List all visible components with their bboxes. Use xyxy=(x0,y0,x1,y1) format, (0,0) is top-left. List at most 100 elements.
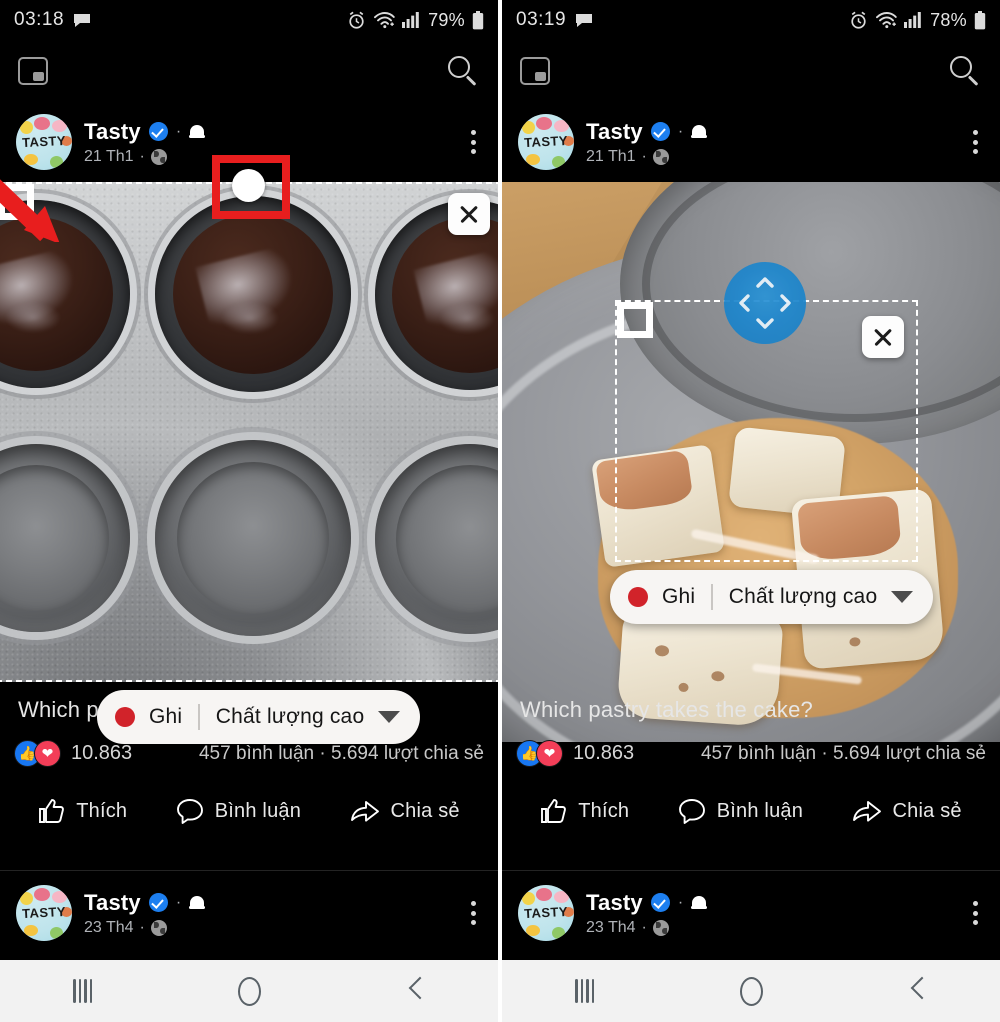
selection-close-button[interactable] xyxy=(862,316,904,358)
picture-in-picture-icon[interactable] xyxy=(520,57,550,85)
search-icon[interactable] xyxy=(446,54,480,88)
comment-button[interactable]: Bình luận xyxy=(176,798,301,824)
android-navigation-bar xyxy=(0,960,498,1022)
phone-screen-right: 03:19 78% TASTY Tasty · 21 Th1 · Ghi Chấ… xyxy=(502,0,1000,1022)
chevron-down-icon[interactable] xyxy=(891,591,914,603)
globe-icon[interactable] xyxy=(652,148,669,165)
kebab-menu-icon[interactable] xyxy=(967,124,984,160)
post-action-bar: Thích Bình luận Chia sẻ xyxy=(0,780,498,842)
post-date: 23 Th4 xyxy=(586,918,636,936)
like-label: Thích xyxy=(578,799,630,822)
avatar-label: TASTY xyxy=(523,132,569,151)
quality-label[interactable]: Chất lượng cao xyxy=(729,585,878,609)
reaction-icons[interactable]: 👍 ❤ xyxy=(516,740,563,767)
comment-bubble-icon xyxy=(678,798,706,824)
kebab-menu-icon[interactable] xyxy=(465,895,482,931)
globe-icon[interactable] xyxy=(150,148,167,165)
post-caption: Which pastry takes the cake? xyxy=(520,697,813,722)
separator-dot: · xyxy=(641,918,647,936)
recents-icon[interactable] xyxy=(73,979,93,1003)
battery-icon xyxy=(472,10,484,30)
alarm-icon xyxy=(347,11,366,30)
record-status-dot xyxy=(115,707,135,727)
post-date: 23 Th4 xyxy=(84,918,134,936)
globe-icon[interactable] xyxy=(150,919,167,936)
kebab-menu-icon[interactable] xyxy=(967,895,984,931)
status-bar: 03:19 78% xyxy=(502,0,1000,40)
reaction-icons[interactable]: 👍 ❤ xyxy=(14,740,61,767)
bell-icon[interactable] xyxy=(691,894,708,912)
recents-icon[interactable] xyxy=(575,979,595,1003)
avatar-label: TASTY xyxy=(523,903,569,922)
screen-record-selection-frame[interactable] xyxy=(0,182,498,682)
search-icon[interactable] xyxy=(948,54,982,88)
back-icon[interactable] xyxy=(910,977,927,1005)
kebab-menu-icon[interactable] xyxy=(465,124,482,160)
comment-label: Bình luận xyxy=(214,799,302,822)
selection-move-handle[interactable] xyxy=(724,262,806,344)
chevron-down-icon[interactable] xyxy=(378,711,401,723)
post-author-name[interactable]: Tasty xyxy=(84,890,141,916)
record-label[interactable]: Ghi xyxy=(149,705,182,729)
comments-shares-count[interactable]: 457 bình luận · 5.694 lượt chia sẻ xyxy=(701,743,986,765)
separator-dot: · xyxy=(677,122,684,140)
post-engagement-row: 👍 ❤ 10.863 457 bình luận · 5.694 lượt ch… xyxy=(516,740,986,767)
avatar-label: TASTY xyxy=(21,903,67,922)
post-author-block: Tasty · 21 Th1 · xyxy=(586,119,708,166)
screen-recorder-toolbar[interactable]: Ghi Chất lượng cao xyxy=(97,690,421,744)
phone-screen-left: 03:18 79% TASTY Tasty · 21 Th1 · Which G… xyxy=(0,0,498,1022)
status-bar-right: 79% xyxy=(347,10,484,31)
share-button[interactable]: Chia sẻ xyxy=(350,798,460,824)
reaction-count[interactable]: 10.863 xyxy=(573,742,634,765)
share-button[interactable]: Chia sẻ xyxy=(852,798,962,824)
post-action-bar: Thích Bình luận Chia sẻ xyxy=(502,780,1000,842)
comment-label: Bình luận xyxy=(716,799,804,822)
record-label[interactable]: Ghi xyxy=(662,585,695,609)
comment-button[interactable]: Bình luận xyxy=(678,798,803,824)
record-status-dot xyxy=(628,587,648,607)
battery-percent: 78% xyxy=(930,9,967,30)
screen-recorder-toolbar[interactable]: Ghi Chất lượng cao xyxy=(610,570,934,624)
close-icon xyxy=(872,326,894,348)
love-reaction-icon: ❤ xyxy=(536,740,563,767)
share-arrow-icon xyxy=(852,798,882,824)
selection-close-button[interactable] xyxy=(448,193,490,235)
signal-icon xyxy=(402,12,421,28)
verified-badge-icon xyxy=(650,893,670,912)
wifi-plus-icon xyxy=(875,11,897,29)
separator-dot: · xyxy=(139,147,145,165)
bell-icon[interactable] xyxy=(691,123,708,141)
home-icon[interactable] xyxy=(238,976,262,1006)
post-author-name[interactable]: Tasty xyxy=(586,119,643,145)
love-reaction-icon: ❤ xyxy=(34,740,61,767)
like-button[interactable]: Thích xyxy=(38,798,127,824)
message-icon xyxy=(575,13,593,28)
post-header: TASTY Tasty · 21 Th1 · xyxy=(502,102,1000,182)
battery-icon xyxy=(974,10,986,30)
android-navigation-bar xyxy=(502,960,1000,1022)
toolbar-divider xyxy=(711,584,713,610)
second-post-header: TASTY Tasty · 23 Th4 · xyxy=(502,870,1000,955)
second-post-header: TASTY Tasty · 23 Th4 · xyxy=(0,870,498,955)
quality-label[interactable]: Chất lượng cao xyxy=(216,705,365,729)
bell-icon[interactable] xyxy=(189,894,206,912)
comments-shares-count[interactable]: 457 bình luận · 5.694 lượt chia sẻ xyxy=(199,743,484,765)
post-date: 21 Th1 xyxy=(586,147,636,165)
globe-icon[interactable] xyxy=(652,919,669,936)
like-button[interactable]: Thích xyxy=(540,798,629,824)
avatar[interactable]: TASTY xyxy=(518,114,574,170)
wifi-plus-icon xyxy=(373,11,395,29)
battery-percent: 79% xyxy=(428,9,465,30)
share-label: Chia sẻ xyxy=(892,799,962,822)
home-icon[interactable] xyxy=(740,976,764,1006)
selection-corner-bottom-right[interactable] xyxy=(617,302,653,338)
avatar[interactable]: TASTY xyxy=(16,885,72,941)
verified-badge-icon xyxy=(650,122,670,141)
post-author-name[interactable]: Tasty xyxy=(586,890,643,916)
reaction-count[interactable]: 10.863 xyxy=(71,742,132,765)
avatar[interactable]: TASTY xyxy=(518,885,574,941)
bell-icon[interactable] xyxy=(189,123,206,141)
back-icon[interactable] xyxy=(408,977,425,1005)
thumbs-up-icon xyxy=(38,798,65,824)
annotation-highlight-box xyxy=(212,155,290,219)
